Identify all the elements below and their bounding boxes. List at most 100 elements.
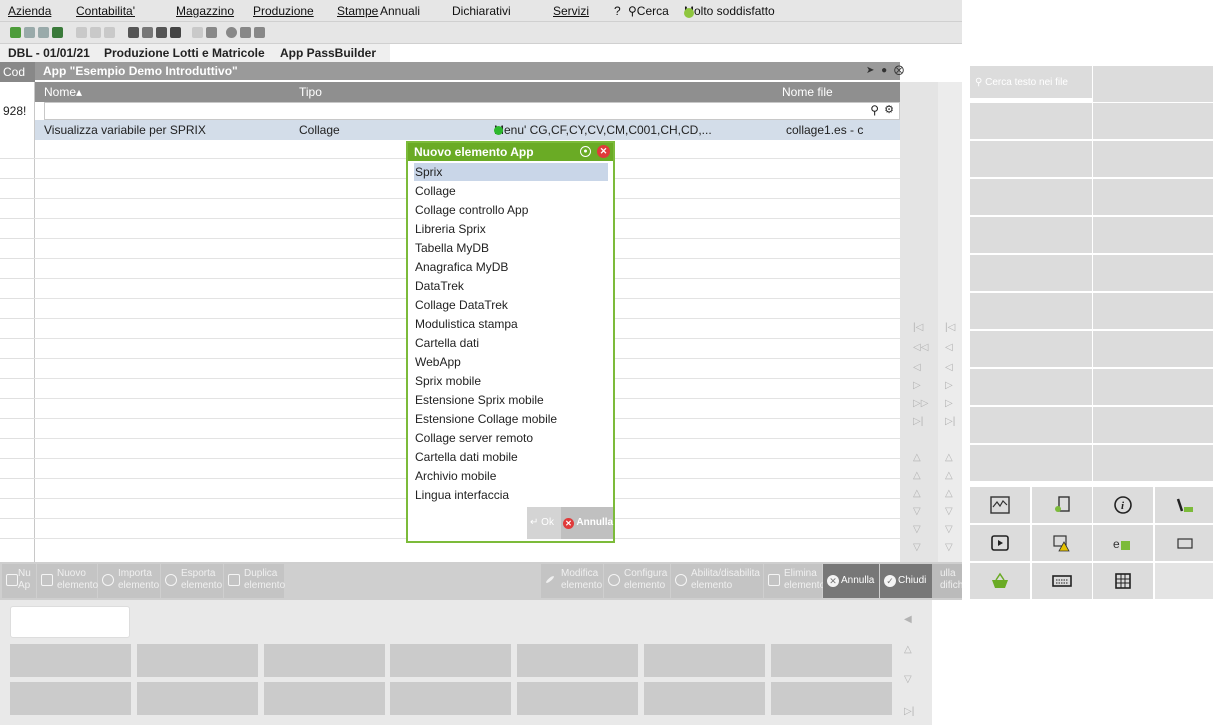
- chat-icon[interactable]: [240, 27, 251, 38]
- annulla-button[interactable]: ✕ Annulla: [823, 564, 879, 598]
- tab-produzione-lotti[interactable]: Produzione Lotti e Matricole: [104, 46, 265, 60]
- column-header-name[interactable]: Nome▴: [44, 85, 82, 99]
- menu-magazzino[interactable]: Magazzino: [176, 4, 234, 18]
- file-search-input[interactable]: ⚲ Cerca testo nei file: [970, 66, 1092, 98]
- info-icon[interactable]: i: [1093, 487, 1153, 523]
- outer-bottom-icon[interactable]: ▽: [945, 542, 953, 553]
- annulla-modifiche-button[interactable]: ulla difiche: [932, 564, 969, 598]
- bottom-input[interactable]: [10, 606, 130, 638]
- bottom-last-icon[interactable]: ▷|: [904, 706, 914, 717]
- star-icon[interactable]: [38, 27, 49, 38]
- bottom-button[interactable]: [390, 682, 511, 715]
- elimina-elemento-button[interactable]: Elimina elemento: [764, 564, 825, 598]
- prev-page-icon[interactable]: ◁◁: [913, 342, 928, 353]
- bottom-button[interactable]: [771, 682, 892, 715]
- menu-annuali[interactable]: Annuali: [380, 4, 420, 18]
- quick-button[interactable]: [1093, 293, 1213, 329]
- dialog-option-modulistica-stampa[interactable]: Modulistica stampa: [414, 315, 608, 333]
- document-search-icon[interactable]: [1032, 487, 1092, 523]
- quick-button[interactable]: [1093, 445, 1213, 481]
- cut-icon[interactable]: [76, 27, 87, 38]
- dialog-option-sprix[interactable]: Sprix: [414, 163, 608, 181]
- dialog-pin-icon[interactable]: ●: [580, 146, 591, 157]
- quick-button[interactable]: [1093, 179, 1213, 215]
- nuova-app-button[interactable]: Nu Ap: [2, 564, 36, 598]
- outer-down-icon[interactable]: ▽: [945, 506, 953, 517]
- bottom-button[interactable]: [771, 644, 892, 677]
- basket-icon[interactable]: [970, 563, 1030, 599]
- outer-next-page-icon[interactable]: ▷: [945, 398, 953, 409]
- minimize-icon[interactable]: ●: [881, 65, 887, 76]
- column-header-file[interactable]: Nome file: [782, 85, 833, 99]
- dialog-option-datatrek[interactable]: DataTrek: [414, 277, 608, 295]
- menu-stampe[interactable]: Stampe: [337, 4, 378, 18]
- bottom-button[interactable]: [264, 682, 385, 715]
- ep-lock-icon[interactable]: e: [1093, 525, 1153, 561]
- menu-azienda[interactable]: Azienda: [8, 4, 51, 18]
- first-page-icon[interactable]: |◁: [913, 322, 923, 333]
- scroll-up-page-icon[interactable]: △: [913, 470, 921, 481]
- scroll-bottom-icon[interactable]: ▽: [913, 542, 921, 553]
- dialog-ok-button[interactable]: ↵ Ok: [527, 507, 561, 539]
- nuovo-elemento-button[interactable]: Nuovo elemento: [37, 564, 98, 598]
- column-header-type[interactable]: Tipo: [299, 85, 322, 99]
- paste-icon[interactable]: [104, 27, 115, 38]
- quick-button[interactable]: [970, 331, 1092, 367]
- bottom-button[interactable]: [137, 644, 258, 677]
- dialog-option-collage-datatrek[interactable]: Collage DataTrek: [414, 296, 608, 314]
- quick-button[interactable]: [970, 293, 1092, 329]
- exit-icon[interactable]: [52, 27, 63, 38]
- outer-prev-page-icon[interactable]: ◁: [945, 342, 953, 353]
- abilita-disabilita-button[interactable]: Abilita/disabilita elemento: [671, 564, 763, 598]
- bottom-button[interactable]: [390, 644, 511, 677]
- window-icon[interactable]: [24, 27, 35, 38]
- next-icon[interactable]: ▷: [913, 380, 921, 391]
- modifica-elemento-button[interactable]: Modifica elemento: [541, 564, 603, 598]
- bottom-button[interactable]: [10, 644, 131, 677]
- dialog-option-webapp[interactable]: WebApp: [414, 353, 608, 371]
- duplica-elemento-button[interactable]: Duplica elemento: [224, 564, 285, 598]
- menu-help[interactable]: ?: [614, 4, 621, 18]
- image-icon[interactable]: [254, 27, 265, 38]
- configura-elemento-button[interactable]: Configura elemento: [604, 564, 670, 598]
- chart-warning-icon[interactable]: [1032, 525, 1092, 561]
- bottom-button[interactable]: [10, 682, 131, 715]
- quick-button[interactable]: [1093, 407, 1213, 443]
- quick-button[interactable]: [1093, 255, 1213, 291]
- write-note-icon[interactable]: [1155, 487, 1213, 523]
- query-icon[interactable]: [206, 27, 217, 38]
- quick-button[interactable]: [1093, 331, 1213, 367]
- menu-dichiarativi[interactable]: Dichiarativi: [452, 4, 511, 18]
- dialog-option-estensione-sprix-mobile[interactable]: Estensione Sprix mobile: [414, 391, 608, 409]
- outer-prev-icon[interactable]: ◁: [945, 362, 953, 373]
- dialog-option-lingua-interfaccia[interactable]: Lingua interfaccia: [414, 486, 608, 504]
- card-icon[interactable]: [1155, 525, 1213, 561]
- outer-up-page-icon[interactable]: △: [945, 470, 953, 481]
- dialog-cancel-button[interactable]: ✕ Annulla: [561, 507, 613, 539]
- dialog-option-cartella-dati[interactable]: Cartella dati: [414, 334, 608, 352]
- bottom-back-icon[interactable]: ◀: [904, 614, 912, 625]
- bottom-button[interactable]: [517, 644, 638, 677]
- dialog-option-estensione-collage-mobile[interactable]: Estensione Collage mobile: [414, 410, 608, 428]
- dialog-option-libreria-sprix[interactable]: Libreria Sprix: [414, 220, 608, 238]
- quick-button[interactable]: [970, 217, 1092, 253]
- keyboard-icon[interactable]: [1032, 563, 1092, 599]
- preview-icon[interactable]: [142, 27, 153, 38]
- tab-app-passbuilder[interactable]: App PassBuilder: [280, 46, 376, 60]
- outer-up-icon[interactable]: △: [945, 488, 953, 499]
- quick-button[interactable]: [1093, 141, 1213, 177]
- bottom-button[interactable]: [644, 644, 765, 677]
- quick-button[interactable]: [1093, 66, 1213, 102]
- quick-button[interactable]: [970, 141, 1092, 177]
- outer-last-icon[interactable]: ▷|: [945, 416, 955, 427]
- table-row[interactable]: Visualizza variabile per SPRIX Collage M…: [35, 120, 900, 140]
- last-page-icon[interactable]: ▷|: [913, 416, 923, 427]
- scroll-down-page-icon[interactable]: ▽: [913, 524, 921, 535]
- quick-button[interactable]: [970, 179, 1092, 215]
- menu-search[interactable]: ⚲Cerca: [628, 4, 669, 18]
- scroll-top-icon[interactable]: △: [913, 452, 921, 463]
- bottom-down-icon[interactable]: ▽: [904, 674, 912, 685]
- dialog-option-cartella-dati-mobile[interactable]: Cartella dati mobile: [414, 448, 608, 466]
- close-window-icon[interactable]: ⨂: [894, 65, 904, 76]
- outer-next-icon[interactable]: ▷: [945, 380, 953, 391]
